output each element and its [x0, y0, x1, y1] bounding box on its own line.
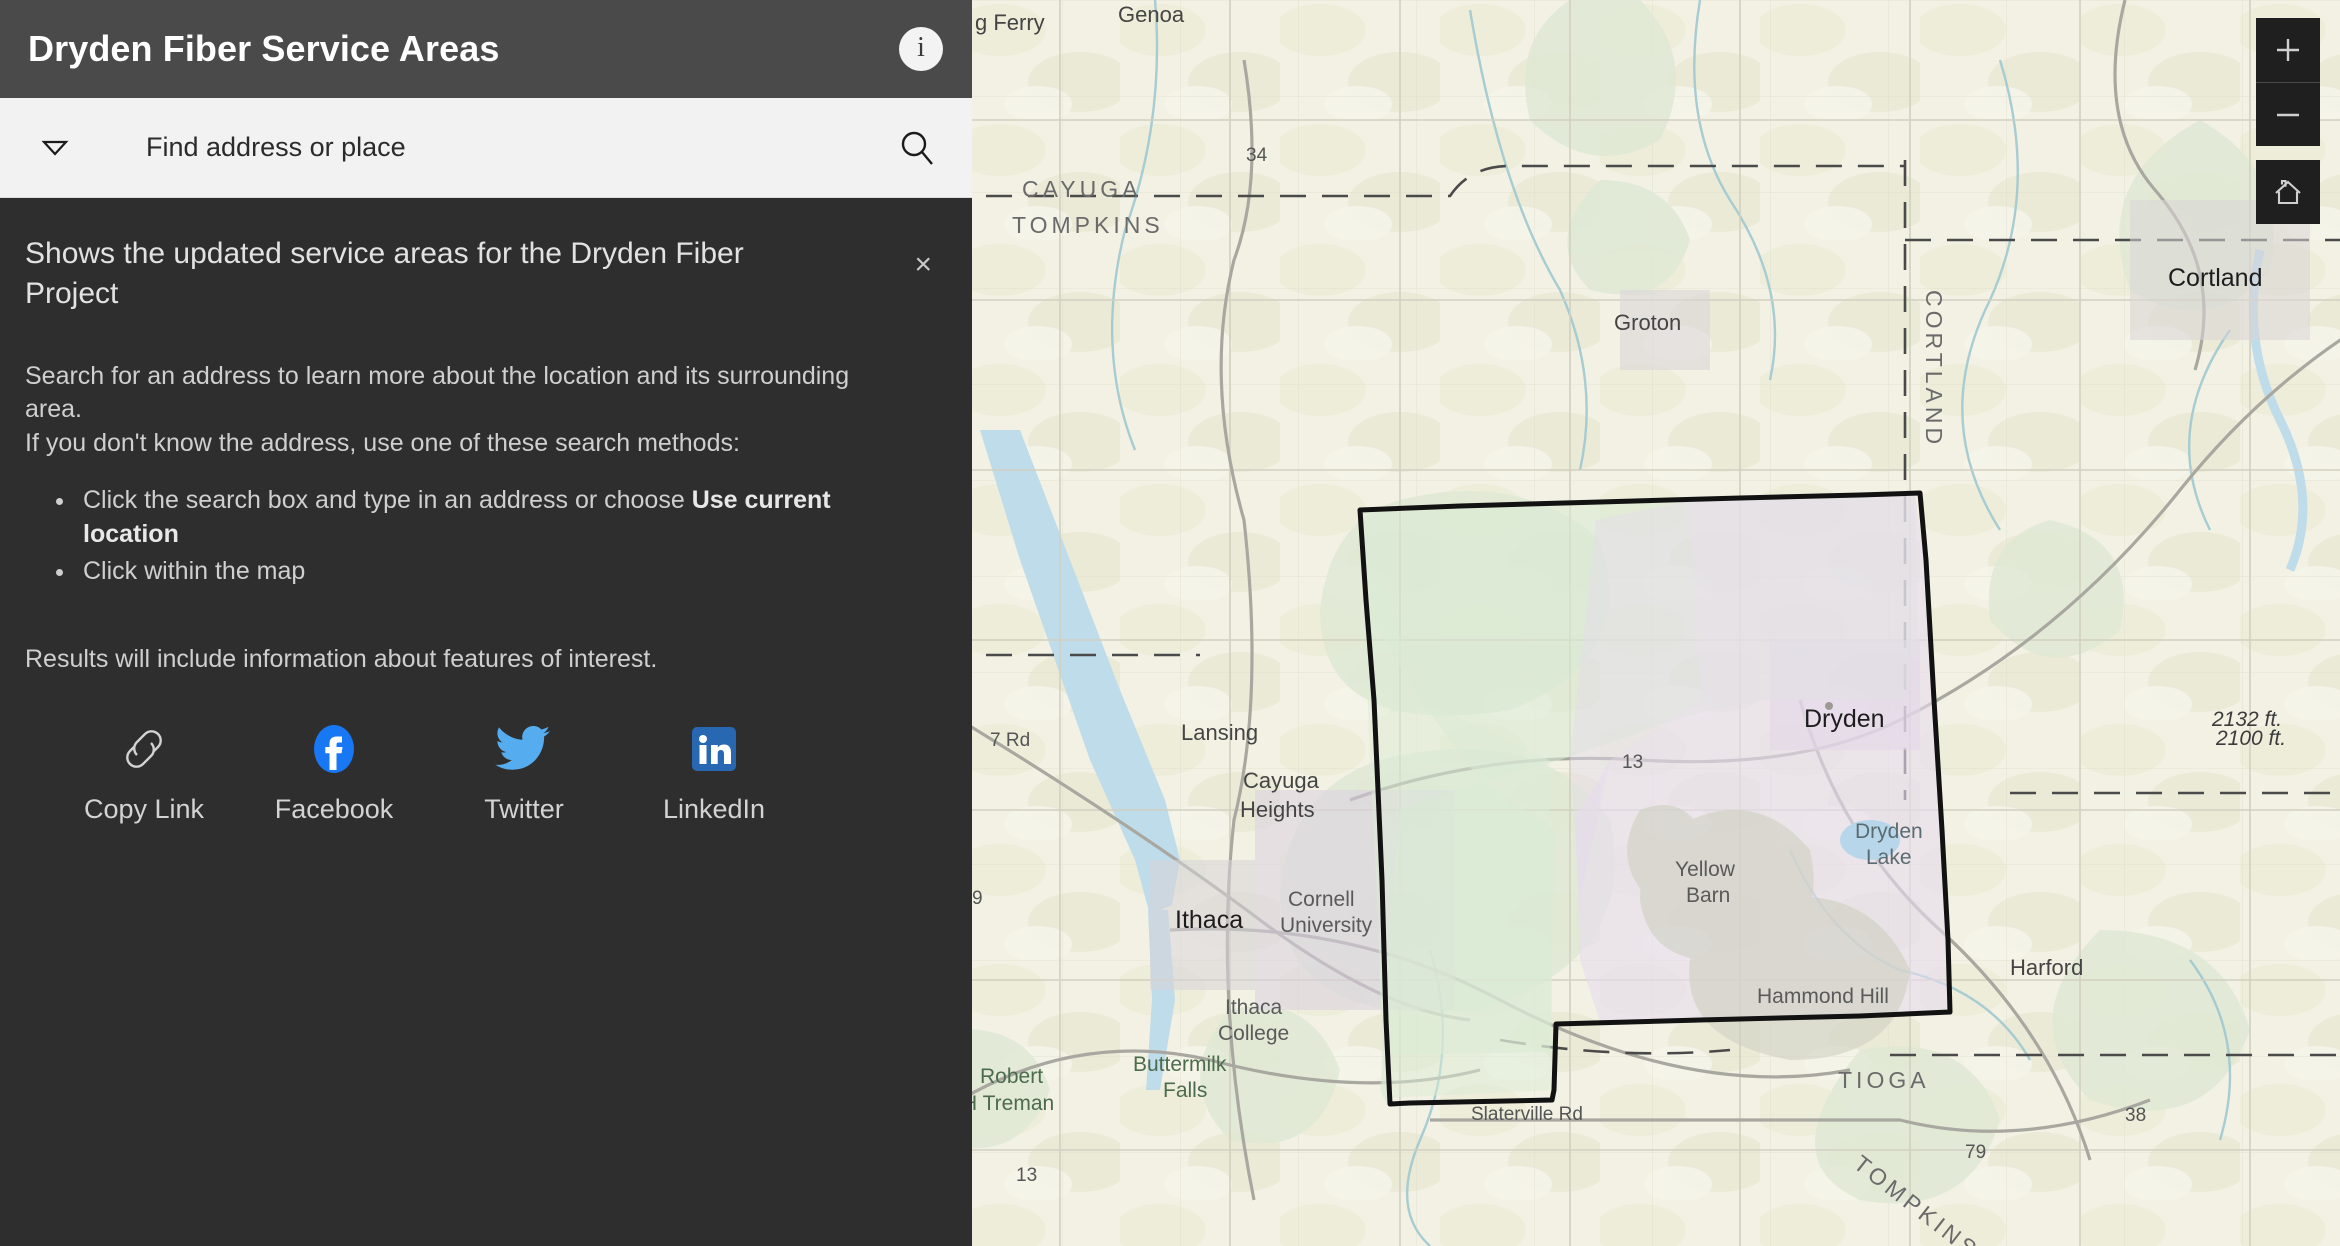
description-body: Search for an address to learn more abou… — [25, 360, 942, 674]
zoom-in-button[interactable] — [2256, 18, 2320, 82]
info-glyph: i — [917, 32, 925, 63]
left-panel: Dryden Fiber Service Areas i × — [0, 0, 972, 1246]
search-icon[interactable] — [862, 98, 972, 197]
share-copy-link-button[interactable]: Copy Link — [49, 718, 239, 825]
twitter-icon — [495, 718, 553, 780]
share-twitter-button[interactable]: Twitter — [429, 718, 619, 825]
zoom-out-button[interactable] — [2256, 82, 2320, 146]
search-bar — [0, 98, 972, 198]
share-label: Twitter — [484, 793, 564, 824]
link-icon — [116, 718, 172, 780]
search-method-item: Click the search box and type in an addr… — [77, 484, 867, 551]
description-paragraph-1: Search for an address to learn more abou… — [25, 361, 850, 424]
home-button[interactable] — [2256, 160, 2320, 224]
info-icon[interactable]: i — [899, 27, 943, 71]
share-linkedin-button[interactable]: LinkedIn — [619, 718, 809, 825]
search-source-dropdown[interactable] — [0, 98, 110, 197]
description-paragraph-2: If you don't know the address, use one o… — [25, 428, 740, 457]
description-results-note: Results will include information about f… — [25, 644, 658, 673]
page-title: Dryden Fiber Service Areas — [28, 28, 500, 69]
search-input[interactable] — [110, 98, 862, 197]
description-summary: Shows the updated service areas for the … — [25, 237, 744, 310]
share-label: Copy Link — [83, 793, 205, 824]
search-methods-list: Click the search box and type in an addr… — [77, 484, 942, 589]
plus-icon — [2277, 39, 2299, 61]
app-header: Dryden Fiber Service Areas i — [0, 0, 972, 98]
linkedin-icon — [689, 718, 739, 780]
application-root: g Ferry Genoa CAYUGA TOMPKINS Groton CORTLAND… — [0, 0, 2340, 1246]
minus-icon — [2277, 113, 2299, 116]
chevron-down-icon — [41, 140, 69, 156]
map-controls — [2256, 18, 2320, 224]
home-icon — [2275, 179, 2301, 205]
close-icon[interactable]: × — [914, 250, 932, 280]
share-facebook-button[interactable]: Facebook — [239, 718, 429, 825]
share-label: Facebook — [274, 793, 394, 824]
share-row: Copy Link Facebook Twitter LinkedIn — [25, 718, 942, 825]
search-method-item: Click within the map — [77, 555, 867, 589]
facebook-icon — [307, 718, 361, 780]
magnifier-icon — [901, 131, 933, 165]
share-label: LinkedIn — [662, 793, 766, 824]
description-pane: × Shows the updated service areas for th… — [0, 198, 972, 825]
zoom-control-group — [2256, 18, 2320, 146]
